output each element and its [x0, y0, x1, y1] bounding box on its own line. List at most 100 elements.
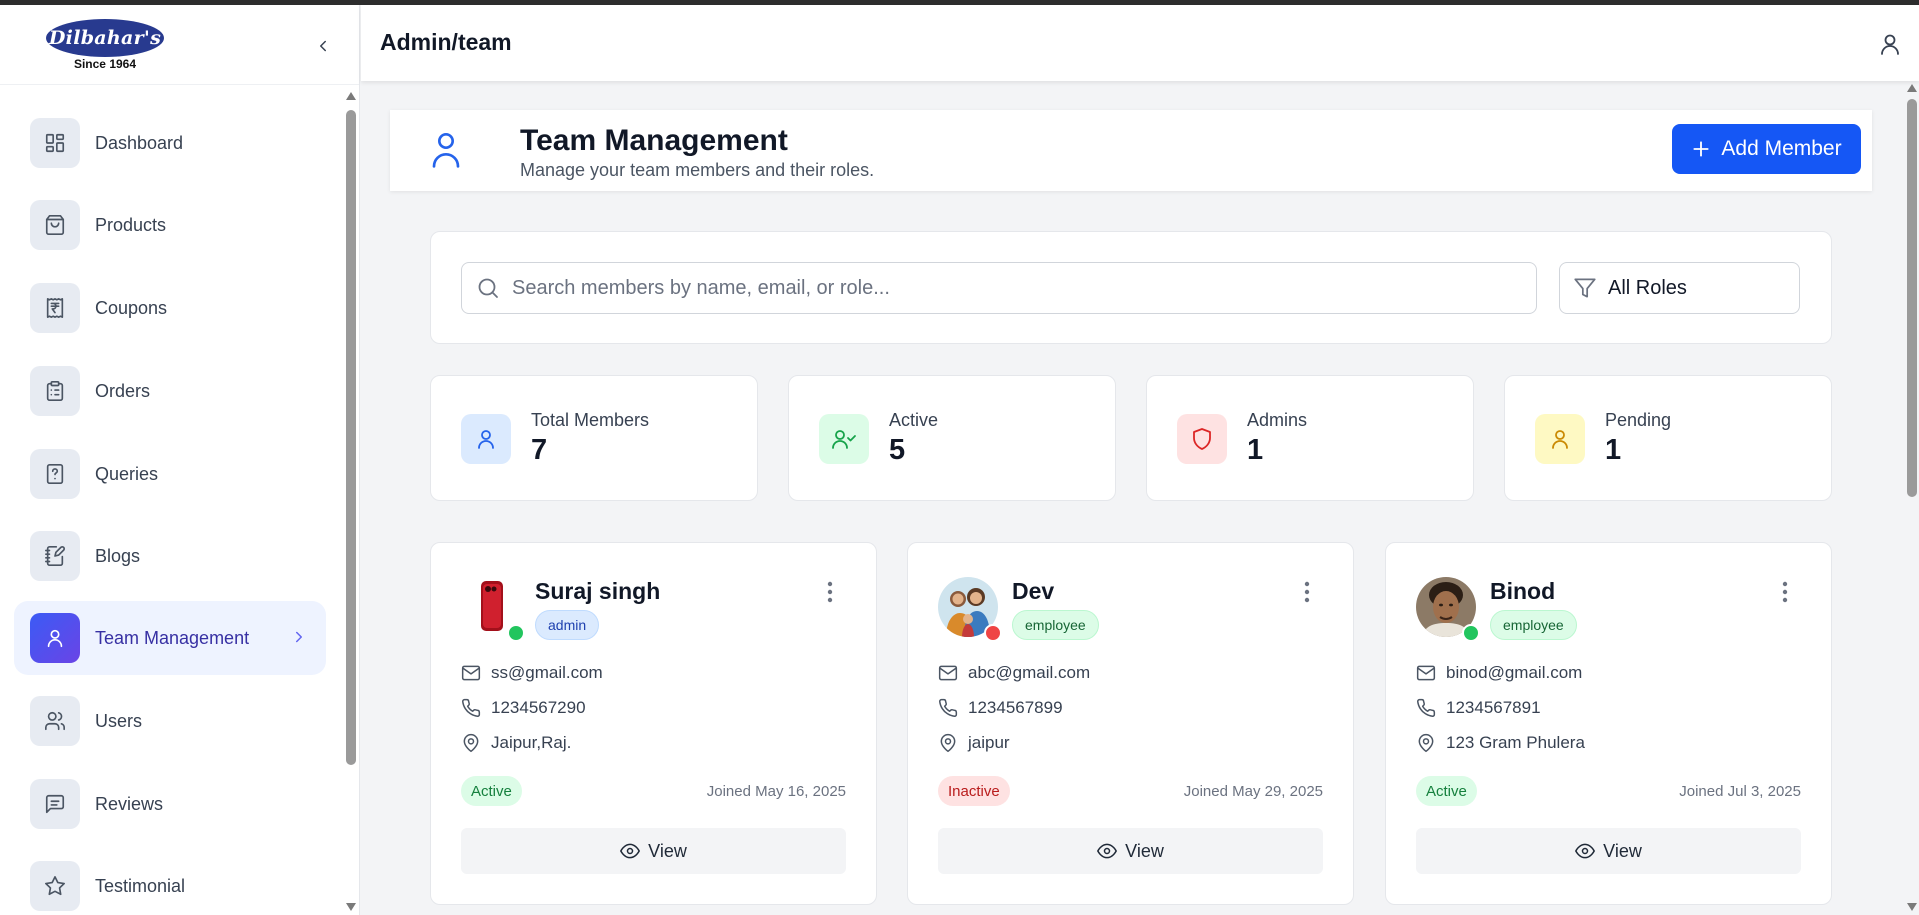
sidebar-item-label: Products — [95, 214, 167, 235]
eye-icon — [1575, 843, 1596, 859]
sidebar-item-coupons[interactable]: Coupons — [14, 271, 326, 345]
kebab-menu-icon — [827, 581, 833, 603]
user-icon — [1881, 34, 1899, 55]
sidebar-item-queries[interactable]: Queries — [14, 437, 326, 511]
member-phone: 1234567290 — [491, 698, 586, 717]
notebook-pen-icon — [30, 531, 80, 581]
member-location-row: jaipur — [938, 731, 1010, 755]
star-icon — [30, 861, 80, 911]
member-phone-row: 1234567290 — [461, 696, 586, 720]
sidebar-item-label: Users — [95, 710, 143, 731]
map-pin-icon — [1416, 733, 1438, 753]
sidebar-scrollbar-thumb[interactable] — [346, 110, 356, 765]
users-icon — [30, 696, 80, 746]
role-filter-select[interactable]: All Roles — [1559, 262, 1800, 314]
profile-button[interactable] — [1875, 29, 1905, 59]
sidebar-nav: Dashboard Products Coupons Orders Querie… — [0, 87, 348, 915]
message-square-icon — [30, 779, 80, 829]
member-email: ss@gmail.com — [491, 663, 603, 682]
member-phone: 1234567891 — [1446, 698, 1541, 717]
member-email-row: ss@gmail.com — [461, 661, 603, 685]
chevron-right-icon — [296, 631, 302, 643]
user-icon — [461, 414, 511, 464]
sidebar-item-team-management[interactable]: Team Management — [14, 601, 326, 675]
main-content: Team Management Manage your team members… — [361, 81, 1919, 915]
stat-value: 7 — [531, 434, 548, 466]
member-location-row: Jaipur,Raj. — [461, 731, 571, 755]
mail-icon — [1416, 663, 1438, 683]
filter-icon — [1572, 275, 1598, 301]
view-member-button[interactable]: View — [938, 828, 1323, 874]
main-scrollbar[interactable] — [1905, 81, 1919, 915]
sidebar-item-dashboard[interactable]: Dashboard — [14, 106, 326, 180]
member-phone-row: 1234567891 — [1416, 696, 1541, 720]
page-subtitle: Manage your team members and their roles… — [520, 160, 875, 180]
sidebar-item-orders[interactable]: Orders — [14, 354, 326, 428]
brand-logo[interactable]: Dilbahar's Since 1964 — [46, 19, 164, 71]
online-status-dot — [507, 624, 525, 642]
sidebar-item-label: Queries — [95, 463, 159, 484]
stat-card-active: Active 5 — [788, 375, 1116, 501]
member-phone: 1234567899 — [968, 698, 1063, 717]
user-icon — [430, 130, 462, 173]
joined-date: Joined May 29, 2025 — [1183, 783, 1323, 800]
stat-label: Active — [889, 410, 939, 430]
more-options-button[interactable] — [1297, 577, 1317, 607]
sidebar: Dilbahar's Since 1964 Dashboard Products… — [0, 5, 360, 915]
user-icon — [1535, 414, 1585, 464]
dashboard-icon — [30, 118, 80, 168]
add-member-button[interactable]: Add Member — [1672, 124, 1861, 174]
sidebar-scrollbar[interactable] — [344, 90, 358, 915]
clipboard-list-icon — [30, 366, 80, 416]
page-title: Team Management — [520, 124, 788, 157]
role-badge: admin — [535, 610, 600, 640]
stat-label: Admins — [1247, 410, 1308, 430]
member-name: Dev — [1012, 578, 1055, 604]
mail-icon — [938, 663, 960, 683]
role-badge: employee — [1012, 610, 1099, 640]
sidebar-item-reviews[interactable]: Reviews — [14, 767, 326, 841]
mail-icon — [461, 663, 483, 683]
member-email: binod@gmail.com — [1446, 663, 1583, 682]
sidebar-item-label: Coupons — [95, 297, 168, 318]
stat-card-pending: Pending 1 — [1504, 375, 1832, 501]
more-options-button[interactable] — [1775, 577, 1795, 607]
sidebar-item-testimonial[interactable]: Testimonial — [14, 849, 326, 915]
member-location: jaipur — [968, 733, 1010, 752]
stat-value: 1 — [1605, 434, 1622, 466]
more-options-button[interactable] — [820, 577, 840, 607]
sidebar-item-label: Blogs — [95, 545, 141, 566]
sidebar-item-blogs[interactable]: Blogs — [14, 519, 326, 593]
filters-card: All Roles — [430, 231, 1832, 344]
stat-card-admins: Admins 1 — [1146, 375, 1474, 501]
sidebar-item-products[interactable]: Products — [14, 188, 326, 262]
scroll-up-arrow-icon[interactable] — [346, 92, 356, 100]
member-email: abc@gmail.com — [968, 663, 1091, 682]
eye-icon — [620, 843, 641, 859]
view-member-button[interactable]: View — [1416, 828, 1801, 874]
search-input[interactable] — [512, 276, 1512, 300]
add-member-label: Add Member — [1721, 137, 1842, 160]
scroll-down-arrow-icon[interactable] — [1907, 903, 1917, 911]
scroll-up-arrow-icon[interactable] — [1907, 84, 1917, 92]
member-location: 123 Gram Phulera — [1446, 733, 1585, 752]
scroll-down-arrow-icon[interactable] — [346, 903, 356, 911]
search-box[interactable] — [461, 262, 1537, 314]
kebab-menu-icon — [1304, 581, 1310, 603]
stat-card-total-members: Total Members 7 — [430, 375, 758, 501]
logo-wordmark: Dilbahar's — [46, 19, 164, 57]
member-card: Dev employee abc@gmail.com 1234567899 ja… — [907, 542, 1354, 905]
sidebar-item-users[interactable]: Users — [14, 684, 326, 758]
phone-icon — [461, 698, 483, 718]
logo-since: Since 1964 — [73, 57, 137, 71]
collapse-sidebar-button[interactable] — [310, 33, 336, 59]
main-scrollbar-thumb[interactable] — [1907, 99, 1917, 497]
member-name: Binod — [1490, 578, 1556, 604]
eye-icon — [1097, 843, 1118, 859]
view-label: View — [1125, 840, 1164, 861]
view-member-button[interactable]: View — [461, 828, 846, 874]
page-header: Team Management Manage your team members… — [390, 110, 1872, 191]
map-pin-icon — [461, 733, 483, 753]
top-header: Admin/team — [361, 5, 1919, 81]
brand-header: Dilbahar's Since 1964 — [0, 5, 359, 85]
